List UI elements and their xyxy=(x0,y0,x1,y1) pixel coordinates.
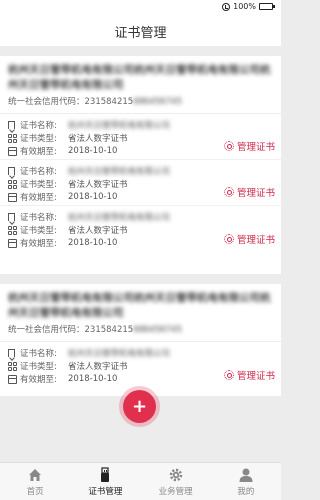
cert-expire-label: 有效期至: xyxy=(20,147,57,157)
battery-icon xyxy=(259,3,275,10)
credit-code: 统一社会信用代码：231584215686456745 xyxy=(0,324,281,336)
company-card: 杭州天日管带机电有限公司杭州天日管带机电有限公司杭州天日管带机电有限公司 统一社… xyxy=(0,284,281,396)
tab-mine-label: 我的 xyxy=(237,486,255,497)
cert-type-value: 省法人数字证书 xyxy=(68,226,128,236)
gear-icon xyxy=(169,468,182,481)
tab-business-management[interactable]: 业务管理 xyxy=(141,463,211,500)
cert-expire-label: 有效期至: xyxy=(20,193,57,203)
cert-expire-label: 有效期至: xyxy=(20,375,57,385)
cert-name-label: 证书名称: xyxy=(20,213,57,223)
category-icon xyxy=(8,133,17,143)
tab-home-label: 首页 xyxy=(26,486,44,497)
credit-code: 统一社会信用代码：231584215686456745 xyxy=(0,96,281,108)
calendar-icon xyxy=(8,192,17,202)
gear-icon xyxy=(223,234,234,244)
manage-certificate-button[interactable]: 管理证书 xyxy=(223,368,275,382)
manage-certificate-button[interactable]: 管理证书 xyxy=(223,139,275,153)
alarm-icon xyxy=(222,2,231,11)
credit-code-value: 231584215 xyxy=(84,97,134,107)
manage-certificate-label: 管理证书 xyxy=(236,188,275,199)
bookmark-icon xyxy=(8,213,15,221)
cert-type-value: 省法人数字证书 xyxy=(68,134,128,144)
usb-key-icon xyxy=(101,466,110,482)
page-title: 证书管理 xyxy=(114,25,167,41)
cert-name-value: 杭州天日管带机电有限公司 xyxy=(68,213,171,223)
status-indicators: 100% xyxy=(222,2,275,11)
calendar-icon xyxy=(8,374,17,384)
status-bar: 100% xyxy=(0,0,281,16)
certificate-item: 证书名称: 杭州天日管带机电有限公司 证书类型: 省法人数字证书 有效期至: 2018… xyxy=(0,206,281,252)
credit-code-masked: 686456745 xyxy=(133,325,182,335)
cert-expire-value: 2018-10-10 xyxy=(68,238,118,248)
bookmark-icon xyxy=(8,121,15,129)
certificate-item: 证书名称: 杭州天日管带机电有限公司 证书类型: 省法人数字证书 有效期至: 2018… xyxy=(0,114,281,160)
credit-code-masked: 686456745 xyxy=(133,97,182,107)
home-icon xyxy=(29,468,42,481)
battery-percent: 100% xyxy=(233,2,256,11)
category-icon xyxy=(8,179,17,189)
add-button[interactable]: + xyxy=(123,390,156,423)
cert-name-value: 杭州天日管带机电有限公司 xyxy=(68,349,171,359)
calendar-icon xyxy=(8,238,17,248)
tab-certificate-management[interactable]: 证书管理 xyxy=(70,463,140,500)
bookmark-icon xyxy=(8,167,15,175)
cert-name-label: 证书名称: xyxy=(20,167,57,177)
manage-certificate-button[interactable]: 管理证书 xyxy=(223,185,275,199)
cert-expire-value: 2018-10-10 xyxy=(68,374,118,384)
manage-certificate-label: 管理证书 xyxy=(236,371,275,382)
bookmark-icon xyxy=(8,349,15,357)
cert-type-label: 证书类型: xyxy=(20,180,57,190)
certificate-item: 证书名称: 杭州天日管带机电有限公司 证书类型: 省法人数字证书 有效期至: 2018… xyxy=(0,342,281,388)
cert-name-value: 杭州天日管带机电有限公司 xyxy=(68,121,171,131)
gear-icon xyxy=(223,187,234,197)
person-icon xyxy=(239,468,253,482)
credit-code-label: 统一社会信用代码： xyxy=(8,325,85,335)
navigation-bar: 证书管理 xyxy=(0,16,281,46)
gear-icon xyxy=(223,141,234,151)
cert-expire-label: 有效期至: xyxy=(20,239,57,249)
calendar-icon xyxy=(8,146,17,156)
cert-name-label: 证书名称: xyxy=(20,349,57,359)
certificate-item: 证书名称: 杭州天日管带机电有限公司 证书类型: 省法人数字证书 有效期至: 2018… xyxy=(0,160,281,206)
tab-bar: 首页 证书管理 业务管理 我的 xyxy=(0,462,281,500)
cert-expire-value: 2018-10-10 xyxy=(68,146,118,156)
category-icon xyxy=(8,225,17,235)
cert-type-value: 省法人数字证书 xyxy=(68,362,128,372)
manage-certificate-button[interactable]: 管理证书 xyxy=(223,232,275,246)
tab-mine[interactable]: 我的 xyxy=(211,463,281,500)
category-icon xyxy=(8,361,17,371)
cert-type-label: 证书类型: xyxy=(20,226,57,236)
cert-type-value: 省法人数字证书 xyxy=(68,180,128,190)
company-name: 杭州天日管带机电有限公司杭州天日管带机电有限公司杭州天日管带机电有限公司 xyxy=(8,64,271,91)
gear-icon xyxy=(223,370,234,380)
tab-home[interactable]: 首页 xyxy=(0,463,70,500)
tab-business-management-label: 业务管理 xyxy=(158,486,193,497)
company-card: 杭州天日管带机电有限公司杭州天日管带机电有限公司杭州天日管带机电有限公司 统一社… xyxy=(0,56,281,274)
tab-certificate-management-label: 证书管理 xyxy=(88,486,123,497)
cert-type-label: 证书类型: xyxy=(20,134,57,144)
cert-type-label: 证书类型: xyxy=(20,362,57,372)
cert-name-label: 证书名称: xyxy=(20,121,57,131)
cert-expire-value: 2018-10-10 xyxy=(68,192,118,202)
manage-certificate-label: 管理证书 xyxy=(236,235,275,246)
company-name: 杭州天日管带机电有限公司杭州天日管带机电有限公司杭州天日管带机电有限公司 xyxy=(8,292,271,319)
plus-icon: + xyxy=(131,396,148,417)
credit-code-value: 231584215 xyxy=(84,325,134,335)
cert-name-value: 杭州天日管带机电有限公司 xyxy=(68,167,171,177)
manage-certificate-label: 管理证书 xyxy=(236,142,275,153)
credit-code-label: 统一社会信用代码： xyxy=(8,97,85,107)
